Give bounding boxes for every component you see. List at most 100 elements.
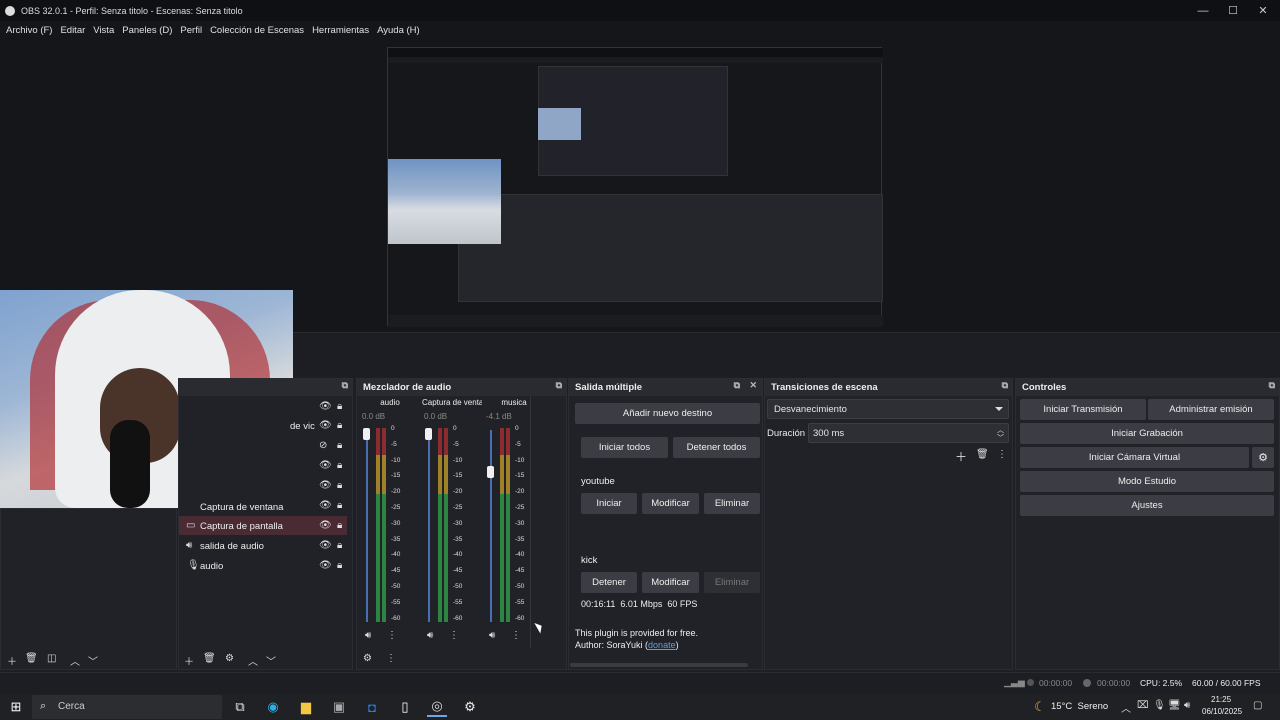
menu-scene-collection[interactable]: Colección de Escenas — [206, 25, 308, 36]
add-source-icon[interactable]: ＋ — [184, 653, 194, 668]
source-settings-icon[interactable]: ⚙︎ — [225, 653, 234, 664]
tray-chevron-icon[interactable]: ︿ — [1121, 700, 1131, 715]
remove-scene-icon[interactable]: 🗑︎ — [25, 653, 38, 664]
visibility-eye-icon[interactable]: 👁︎ — [319, 480, 332, 491]
kick-delete-button[interactable]: Eliminar — [704, 572, 760, 593]
lock-icon[interactable]: 🔒︎ — [337, 560, 342, 571]
youtube-delete-button[interactable]: Eliminar — [704, 493, 760, 514]
lock-icon[interactable]: 🔒︎ — [337, 460, 342, 471]
volume-fader-handle[interactable] — [425, 428, 432, 440]
start-recording-button[interactable]: Iniciar Grabación — [1020, 423, 1274, 444]
kick-stop-button[interactable]: Detener — [581, 572, 637, 593]
add-transition-icon[interactable]: ＋ — [955, 448, 967, 465]
channel-menu-icon[interactable]: ⋮ — [387, 630, 397, 641]
dock-float-icon[interactable]: ⧉ — [1269, 380, 1275, 391]
move-up-icon[interactable]: ︿ — [70, 653, 80, 668]
notifications-icon[interactable]: ▢ — [1253, 700, 1262, 711]
start-all-button[interactable]: Iniciar todos — [581, 437, 668, 458]
dock-float-icon[interactable]: ⧉ — [1002, 380, 1008, 391]
duration-spinbox[interactable]: 300 ms ︿ ﹀ — [808, 423, 1009, 443]
lock-icon[interactable]: 🔒︎ — [337, 500, 342, 511]
obs-taskbar-icon[interactable]: ◎ — [427, 697, 447, 717]
virtual-camera-settings-icon[interactable]: ⚙︎ — [1252, 447, 1274, 468]
donate-link[interactable]: donate — [648, 640, 676, 650]
visibility-eye-icon[interactable]: 👁︎ — [319, 401, 332, 412]
network-icon[interactable]: 🖥︎ — [1168, 700, 1181, 711]
volume-fader-track[interactable] — [428, 430, 430, 622]
menu-help[interactable]: Ayuda (H) — [373, 25, 424, 36]
tray-device-icon[interactable]: ⌧ — [1137, 700, 1149, 711]
lock-icon[interactable]: 🔒︎ — [337, 540, 342, 551]
studio-mode-button[interactable]: Modo Estudio — [1020, 471, 1274, 492]
move-down-icon[interactable]: ﹀ — [88, 653, 98, 668]
menu-profile[interactable]: Perfil — [176, 25, 206, 36]
edge-browser-icon[interactable]: ◉ — [263, 697, 283, 717]
move-up-icon[interactable]: ︿ — [248, 653, 258, 668]
mute-speaker-icon[interactable]: 🔊︎ — [365, 630, 371, 641]
outlook-icon[interactable]: ◘ — [362, 697, 382, 717]
menu-docks[interactable]: Paneles (D) — [118, 25, 176, 36]
volume-icon[interactable]: 🔊︎ — [1184, 700, 1190, 711]
youtube-start-button[interactable]: Iniciar — [581, 493, 637, 514]
mute-speaker-icon[interactable]: 🔊︎ — [427, 630, 433, 641]
transition-select[interactable]: Desvanecimiento — [767, 399, 1009, 419]
dock-float-icon[interactable]: ⧉ — [556, 380, 562, 391]
settings-gear-icon[interactable]: ⚙︎ — [460, 697, 480, 717]
close-button[interactable]: ✕ — [1246, 0, 1280, 21]
menu-view[interactable]: Vista — [89, 25, 118, 36]
transition-menu-icon[interactable]: ⋮ — [997, 449, 1007, 460]
add-scene-icon[interactable]: ＋ — [7, 653, 17, 668]
lock-icon[interactable]: 🔒︎ — [337, 440, 342, 451]
visibility-eye-icon[interactable]: 👁︎ — [319, 460, 332, 471]
lock-icon[interactable]: 🔒︎ — [337, 480, 342, 491]
remove-transition-icon[interactable]: 🗑︎ — [976, 449, 989, 460]
lock-icon[interactable]: 🔒︎ — [337, 420, 342, 431]
hidden-eye-icon[interactable]: ⊘ — [319, 440, 327, 451]
minimize-button[interactable]: — — [1186, 0, 1220, 21]
dock-float-icon[interactable]: ⧉ — [734, 380, 740, 391]
taskbar-search[interactable]: ⌕ Cerca — [32, 695, 222, 719]
volume-fader-handle[interactable] — [487, 466, 494, 478]
visibility-eye-icon[interactable]: 👁︎ — [319, 520, 332, 531]
start-streaming-button[interactable]: Iniciar Transmisión — [1020, 399, 1146, 420]
windows-start-icon[interactable]: ⊞ — [6, 697, 26, 717]
visibility-eye-icon[interactable]: 👁︎ — [319, 500, 332, 511]
youtube-modify-button[interactable]: Modificar — [642, 493, 699, 514]
add-destination-button[interactable]: Añadir nuevo destino — [575, 403, 760, 424]
settings-button[interactable]: Ajustes — [1020, 495, 1274, 516]
channel-menu-icon[interactable]: ⋮ — [449, 630, 459, 641]
lock-icon[interactable]: 🔒︎ — [337, 520, 342, 531]
mute-speaker-icon[interactable]: 🔊︎ — [489, 630, 495, 641]
file-explorer-icon[interactable]: ▆ — [296, 697, 316, 717]
mixer-menu-icon[interactable]: ⋮ — [386, 653, 396, 664]
spin-down-icon[interactable]: ﹀ — [997, 433, 1004, 443]
notepad-icon[interactable]: ▯ — [395, 697, 415, 717]
visibility-eye-icon[interactable]: 👁︎ — [319, 560, 332, 571]
move-down-icon[interactable]: ﹀ — [266, 653, 276, 668]
volume-fader-track[interactable] — [490, 430, 492, 622]
tray-mic-icon[interactable]: 🎙︎ — [1153, 700, 1166, 711]
menu-edit[interactable]: Editar — [56, 25, 89, 36]
maximize-button[interactable]: ☐ — [1216, 0, 1250, 21]
manage-broadcast-button[interactable]: Administrar emisión — [1148, 399, 1274, 420]
start-virtual-camera-button[interactable]: Iniciar Cámara Virtual — [1020, 447, 1249, 468]
volume-fader-track[interactable] — [366, 430, 368, 622]
advanced-audio-icon[interactable]: ⚙︎ — [363, 653, 372, 664]
lock-icon[interactable]: 🔒︎ — [337, 401, 342, 412]
kick-modify-button[interactable]: Modificar — [642, 572, 699, 593]
volume-fader-handle[interactable] — [363, 428, 370, 440]
visibility-eye-icon[interactable]: 👁︎ — [319, 540, 332, 551]
dock-float-icon[interactable]: ⧉ — [342, 380, 348, 391]
menu-tools[interactable]: Herramientas — [308, 25, 373, 36]
multi-scrollbar[interactable] — [570, 663, 748, 667]
preview-canvas[interactable] — [387, 47, 883, 327]
channel-menu-icon[interactable]: ⋮ — [511, 630, 521, 641]
dock-close-icon[interactable]: ✕ — [749, 380, 757, 391]
task-view-icon[interactable]: ⧉ — [230, 697, 250, 717]
stop-all-button[interactable]: Detener todos — [673, 437, 760, 458]
menu-file[interactable]: Archivo (F) — [2, 25, 56, 36]
store-icon[interactable]: ▣ — [329, 697, 349, 717]
scene-filter-icon[interactable]: ◫ — [47, 653, 56, 664]
visibility-eye-icon[interactable]: 👁︎ — [319, 420, 332, 431]
remove-source-icon[interactable]: 🗑︎ — [203, 653, 216, 664]
